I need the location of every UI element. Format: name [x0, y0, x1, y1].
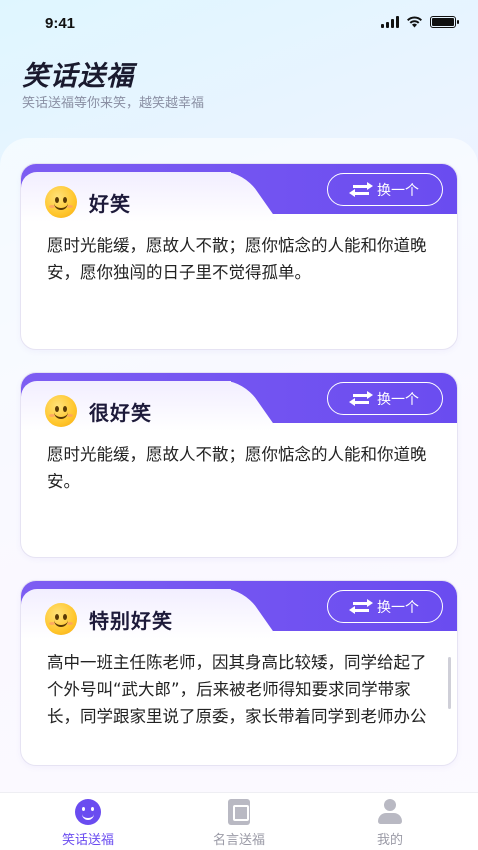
card-title-row: 很好笑 — [45, 395, 152, 427]
joke-text: 愿时光能缓，愿故人不散；愿你惦念的人能和你道晚安，愿你独闯的日子里不觉得孤单。 — [47, 236, 427, 282]
signal-icon — [381, 16, 399, 28]
battery-icon — [430, 16, 459, 28]
joke-card-funny: 换一个 好笑 愿时光能缓，愿故人不散；愿你惦念的人能和你道晚安，愿你独闯的日子里… — [20, 163, 458, 350]
swap-button[interactable]: 换一个 — [327, 590, 443, 623]
card-title: 很好笑 — [89, 400, 152, 425]
tab-joke-blessing[interactable]: 笑话送福 — [38, 799, 138, 848]
smile-emoji-icon — [45, 395, 77, 427]
smile-icon — [75, 799, 101, 825]
joke-card-extremely-funny: 换一个 特别好笑 高中一班主任陈老师，因其身高比较矮，同学给起了个外号叫“武大郎… — [20, 580, 458, 766]
swap-button[interactable]: 换一个 — [327, 173, 443, 206]
user-icon — [377, 799, 403, 825]
bottom-tab-bar: 笑话送福 名言送福 我的 — [0, 792, 478, 850]
book-icon — [228, 799, 250, 825]
tab-label: 笑话送福 — [61, 833, 114, 848]
swap-icon — [349, 390, 373, 406]
page-subtitle: 笑话送福等你来笑，越笑越幸福 — [22, 96, 205, 111]
joke-card-very-funny: 换一个 很好笑 愿时光能缓，愿故人不散；愿你惦念的人能和你道晚安。 — [20, 372, 458, 558]
tab-quote-blessing[interactable]: 名言送福 — [189, 799, 289, 848]
swap-button-label: 换一个 — [377, 182, 419, 199]
swap-icon — [349, 598, 373, 614]
tab-label: 我的 — [376, 833, 403, 848]
swap-button-label: 换一个 — [377, 599, 419, 616]
grin-emoji-icon — [45, 603, 77, 635]
card-title-row: 好笑 — [45, 186, 131, 218]
wifi-icon — [407, 16, 422, 28]
joke-text[interactable]: 高中一班主任陈老师，因其身高比较矮，同学给起了个外号叫“武大郎”，后来被老师得知… — [21, 631, 457, 731]
card-title: 特别好笑 — [89, 608, 173, 633]
tab-label: 名言送福 — [212, 833, 265, 848]
scrollbar[interactable] — [448, 657, 451, 709]
status-bar: 9:41 — [0, 0, 478, 48]
swap-button-label: 换一个 — [377, 391, 419, 408]
card-title-row: 特别好笑 — [45, 603, 173, 635]
smile-emoji-icon — [45, 186, 77, 218]
tab-mine[interactable]: 我的 — [340, 799, 440, 848]
status-time: 9:41 — [45, 15, 76, 32]
swap-icon — [349, 181, 373, 197]
page-title: 笑话送福 — [22, 61, 134, 92]
joke-text: 愿时光能缓，愿故人不散；愿你惦念的人能和你道晚安。 — [47, 445, 427, 491]
card-title: 好笑 — [89, 191, 131, 216]
status-icons — [381, 16, 459, 28]
swap-button[interactable]: 换一个 — [327, 382, 443, 415]
